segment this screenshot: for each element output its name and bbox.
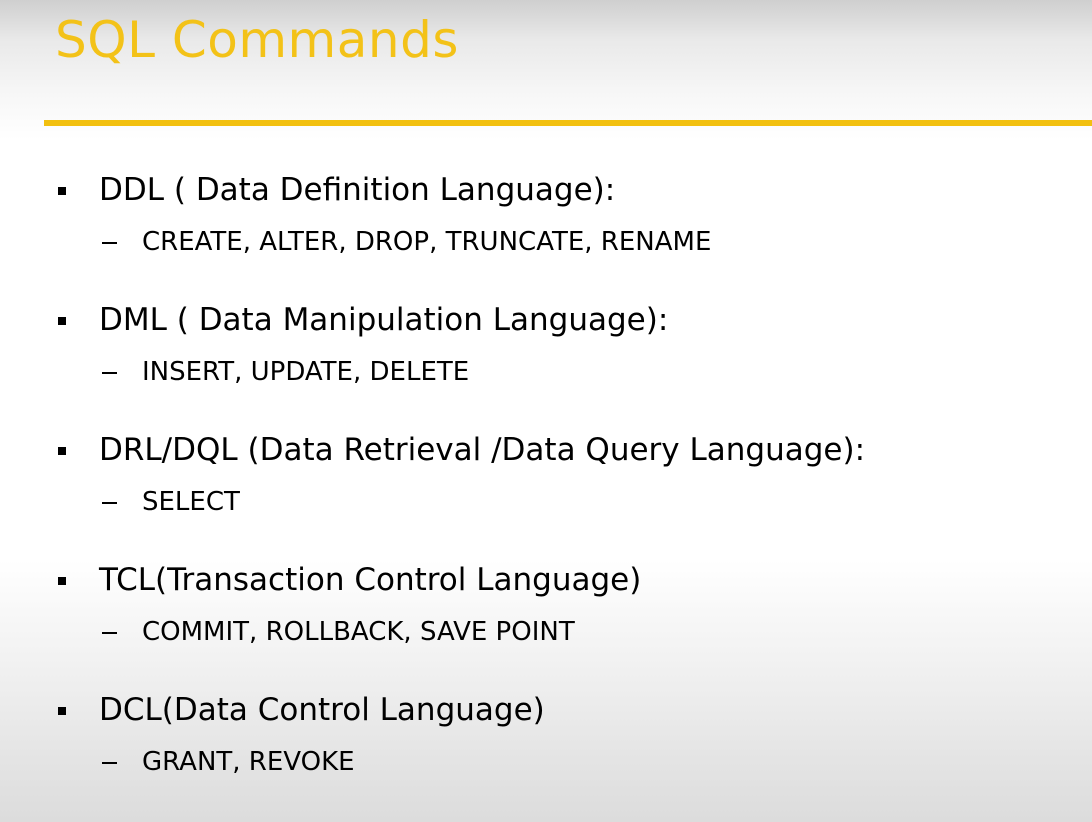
bullet-label: TCL(Transaction Control Language): [99, 562, 642, 598]
square-bullet-icon: [58, 447, 66, 455]
bullet-label: DML ( Data Manipulation Language):: [99, 302, 669, 338]
square-bullet-icon: [58, 187, 66, 195]
sub-bullet-text: SELECT: [142, 487, 240, 517]
sub-bullet-text: CREATE, ALTER, DROP, TRUNCATE, RENAME: [142, 227, 712, 257]
bullet-label: DRL/DQL (Data Retrieval /Data Query Lang…: [99, 432, 866, 468]
dash-bullet-icon: [102, 632, 117, 634]
dash-bullet-icon: [102, 372, 117, 374]
square-bullet-icon: [58, 577, 66, 585]
square-bullet-icon: [58, 707, 66, 715]
dash-bullet-icon: [102, 502, 117, 504]
bullet-label: DCL(Data Control Language): [99, 692, 545, 728]
sub-bullet-text: GRANT, REVOKE: [142, 747, 355, 777]
bullet-list: DDL ( Data Definition Language): CREATE,…: [0, 0, 1092, 822]
sub-bullet-text: INSERT, UPDATE, DELETE: [142, 357, 470, 387]
dash-bullet-icon: [102, 762, 117, 764]
dash-bullet-icon: [102, 242, 117, 244]
sub-bullet-text: COMMIT, ROLLBACK, SAVE POINT: [142, 617, 575, 647]
square-bullet-icon: [58, 317, 66, 325]
bullet-label: DDL ( Data Definition Language):: [99, 172, 616, 208]
